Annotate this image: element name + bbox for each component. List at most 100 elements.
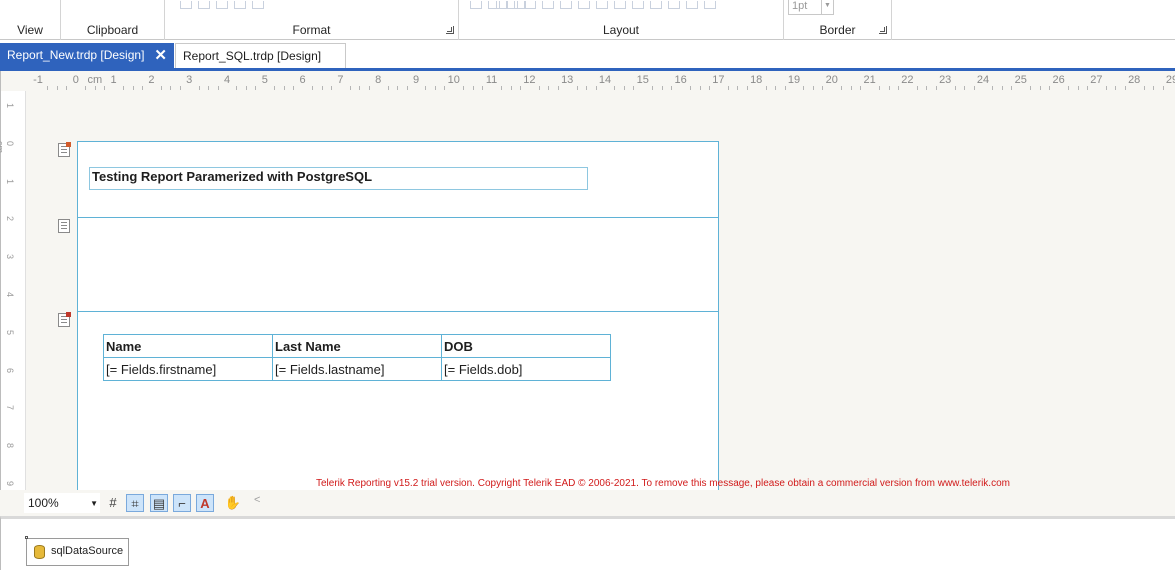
table-header-cell[interactable]: Name — [103, 334, 273, 358]
table-header-cell[interactable]: Last Name — [272, 334, 442, 358]
ruler-minor-tick — [746, 86, 748, 90]
ruler-minor-tick — [293, 86, 295, 90]
ruler-tick-label: 28 — [1128, 74, 1141, 86]
chevron-down-icon[interactable]: ▼ — [821, 0, 833, 14]
section-divider[interactable] — [78, 311, 718, 312]
horizontal-ruler: -1 0 cm 1 2 3 4 5 6 7 8 9 10 11 12 13 14 15 16 17 18 19 20 21 22… — [26, 71, 1175, 91]
table-cell[interactable]: [= Fields.dob] — [441, 357, 611, 381]
ribbon-group-layout[interactable]: Layout — [459, 0, 784, 40]
ruler-minor-tick — [330, 86, 332, 90]
ruler-tick-label: 16 — [674, 74, 687, 86]
ruler-minor-tick — [179, 86, 181, 90]
ruler-minor-tick — [614, 86, 616, 90]
ruler-minor-tick — [737, 86, 739, 90]
ruler-minor-tick — [1077, 86, 1079, 90]
snap-to-grid-icon[interactable]: ⌗ — [126, 494, 144, 512]
vertical-ruler-tick-label: 7 — [5, 405, 15, 411]
grid-icon[interactable]: # — [104, 494, 122, 512]
ruler-tick-label: 4 — [223, 74, 231, 86]
ruler-minor-tick — [434, 86, 436, 90]
ruler-tick-label: 12 — [523, 74, 536, 86]
close-icon[interactable]: ✕ — [154, 46, 167, 64]
ruler-minor-tick — [236, 86, 238, 90]
ruler-minor-tick — [935, 86, 937, 90]
ruler-minor-tick — [1153, 86, 1155, 90]
ruler-minor-tick — [519, 86, 521, 90]
ruler-minor-tick — [699, 86, 701, 90]
datasource-label: sqlDataSource — [51, 545, 124, 557]
hand-pan-icon[interactable]: ✋ — [224, 494, 242, 512]
zoom-value: 100% — [28, 496, 59, 510]
tab-report-new[interactable]: Report_New.trdp [Design] ✕ — [0, 43, 174, 68]
ruler-minor-tick — [85, 86, 87, 90]
table-cell[interactable]: [= Fields.lastname] — [272, 357, 442, 381]
ruler-minor-tick — [954, 86, 956, 90]
ruler-minor-tick — [160, 86, 162, 90]
format-dialog-launcher-icon[interactable] — [446, 26, 454, 34]
report-table[interactable]: Name Last Name DOB [= Fields.firstname] … — [103, 334, 611, 381]
ribbon-group-view[interactable]: View — [0, 0, 61, 40]
border-width-select[interactable]: 1pt ▼ — [788, 0, 834, 15]
ruler-tick-label: 20 — [825, 74, 838, 86]
ribbon: View Clipboard Format Layout Border 1pt … — [0, 0, 1175, 40]
ruler-minor-tick — [708, 86, 710, 90]
scroll-left-icon[interactable]: < — [254, 494, 260, 506]
ruler-minor-tick — [472, 86, 474, 90]
page-layout-icon[interactable]: ▤ — [150, 494, 168, 512]
section-divider[interactable] — [78, 217, 718, 218]
border-dialog-launcher-icon[interactable] — [879, 26, 887, 34]
ruler-minor-tick — [1039, 86, 1041, 90]
vertical-ruler-tick-label: 9 — [5, 481, 15, 487]
ruler-minor-tick — [208, 86, 210, 90]
ruler-minor-tick — [198, 86, 200, 90]
detail-section-icon[interactable] — [58, 312, 71, 327]
table-header-cell[interactable]: DOB — [441, 334, 611, 358]
report-canvas[interactable]: Testing Report Paramerized with PostgreS… — [27, 91, 1175, 501]
report-page[interactable]: Testing Report Paramerized with PostgreS… — [77, 141, 719, 501]
trial-watermark: Telerik Reporting v15.2 trial version. C… — [316, 478, 1010, 489]
page-header-section-icon[interactable] — [58, 142, 71, 157]
ruler-tick-label: 1 — [110, 74, 117, 86]
ruler-tick-label: 9 — [412, 74, 420, 86]
vertical-ruler-tick-label: 1 — [5, 103, 15, 109]
ribbon-group-clipboard[interactable]: Clipboard — [61, 0, 165, 40]
vertical-ruler: 1 0 cm 1 2 3 4 5 6 7 8 9 — [0, 91, 26, 509]
sql-datasource-component[interactable]: sqlDataSource — [25, 536, 129, 566]
ruler-minor-tick — [992, 86, 994, 90]
ruler-tick-label: 15 — [636, 74, 649, 86]
zoom-select[interactable]: 100% ▼ — [24, 493, 100, 513]
ruler-minor-tick — [141, 86, 143, 90]
ruler-minor-tick — [973, 86, 975, 90]
ruler-minor-tick — [425, 86, 427, 90]
border-width-value: 1pt — [792, 0, 808, 12]
vertical-ruler-tick-label: 3 — [5, 254, 15, 260]
ruler-minor-tick — [765, 86, 767, 90]
ruler-minor-tick — [576, 86, 578, 90]
report-title-textbox[interactable]: Testing Report Paramerized with PostgreS… — [89, 167, 588, 190]
ruler-minor-tick — [812, 86, 814, 90]
ruler-minor-tick — [501, 86, 503, 90]
ruler-tick-label: 5 — [261, 74, 268, 86]
ruler-minor-tick — [123, 86, 125, 90]
ribbon-group-label: Layout — [602, 23, 640, 37]
ruler-minor-tick — [548, 86, 550, 90]
ruler-minor-tick — [1001, 86, 1003, 90]
table-cell[interactable]: [= Fields.firstname] — [103, 357, 273, 381]
chevron-down-icon[interactable]: ▼ — [90, 499, 98, 508]
ruler-minor-tick — [879, 86, 881, 90]
report-header-section-icon[interactable] — [58, 219, 70, 233]
ruler-minor-tick — [557, 86, 559, 90]
ribbon-group-format[interactable]: Format — [165, 0, 459, 40]
ruler-tick-label: 21 — [863, 74, 876, 86]
ruler-tick-label: 22 — [901, 74, 914, 86]
ruler-tick-label: 29 — [1165, 74, 1175, 86]
ruler-minor-tick — [1143, 86, 1145, 90]
ruler-tick-label: 2 — [148, 74, 155, 86]
ruler-icon[interactable]: ⌐ — [173, 494, 191, 512]
ruler-minor-tick — [860, 86, 862, 90]
text-highlight-icon[interactable]: A — [196, 494, 214, 512]
selection-handle[interactable] — [25, 536, 28, 539]
tab-report-sql[interactable]: Report_SQL.trdp [Design] — [175, 43, 346, 68]
ruler-minor-tick — [633, 86, 635, 90]
ruler-tick-label: 6 — [299, 74, 306, 86]
